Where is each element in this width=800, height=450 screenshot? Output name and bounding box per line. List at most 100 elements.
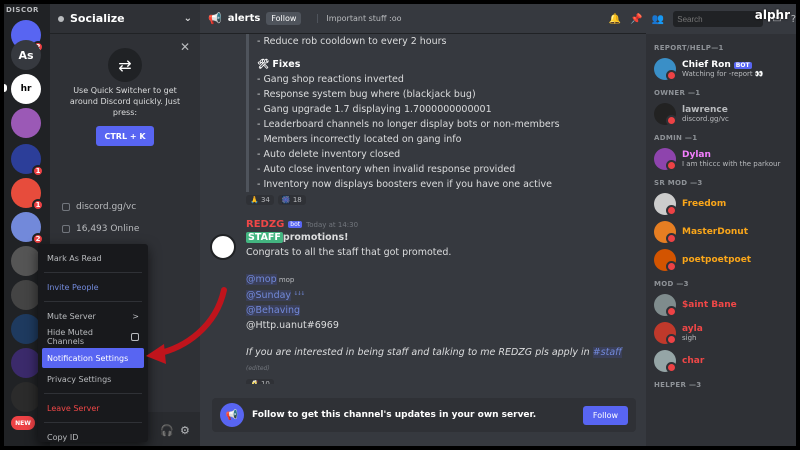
author-name[interactable]: REDZG bbox=[246, 219, 284, 230]
member-item[interactable]: MasterDonut bbox=[654, 218, 796, 246]
message-line: Congrats to all the staff that got promo… bbox=[246, 247, 452, 258]
bell-icon[interactable]: 🔔 bbox=[609, 14, 621, 25]
follow-banner-icon: 📢 bbox=[220, 403, 244, 427]
announcement-icon: 📢 bbox=[208, 12, 222, 25]
avatar bbox=[654, 350, 677, 373]
promotions-text: promotions! bbox=[282, 232, 349, 243]
message-line: STAFF promotions! bbox=[246, 230, 646, 245]
server-icon-10[interactable] bbox=[11, 314, 41, 344]
gear-icon[interactable]: ⚙ bbox=[180, 424, 190, 437]
members-icon[interactable]: 👥 bbox=[652, 14, 664, 25]
lock-icon bbox=[62, 225, 70, 233]
server-icon-8[interactable] bbox=[11, 246, 41, 276]
member-status: sigh bbox=[682, 334, 697, 342]
chevron-down-icon[interactable]: ⌄ bbox=[184, 13, 192, 24]
member-item[interactable]: poetpoetpoet bbox=[654, 246, 796, 274]
role-mention[interactable]: @mop bbox=[246, 274, 277, 285]
member-item[interactable]: $aint Bane bbox=[654, 291, 796, 319]
member-name: Chief Ron BOT bbox=[682, 60, 764, 70]
follow-channel-button[interactable]: Follow bbox=[266, 12, 302, 25]
server-icon-4[interactable] bbox=[11, 108, 41, 138]
lock-icon bbox=[62, 203, 70, 211]
server-icon-as[interactable]: As bbox=[11, 40, 41, 70]
server-context-menu: Mark As Read Invite People Mute Server > … bbox=[38, 244, 148, 442]
apply-text: If you are interested in being staff and… bbox=[246, 347, 593, 358]
reaction-row: 🥂 10 bbox=[246, 379, 646, 384]
redzg-avatar[interactable] bbox=[210, 234, 236, 260]
role-header: MOD —3 bbox=[654, 280, 689, 288]
server-icon-9[interactable] bbox=[11, 280, 41, 310]
server-icon-7[interactable]: 2 bbox=[11, 212, 44, 245]
avatar bbox=[654, 103, 677, 126]
menu-item-mark-as-read[interactable]: Mark As Read bbox=[42, 248, 144, 268]
member-name: Freedom bbox=[682, 199, 727, 209]
close-icon[interactable]: ✕ bbox=[180, 40, 190, 54]
reaction-pill[interactable]: 🎆 18 bbox=[277, 195, 306, 205]
menu-item-leave-server[interactable]: Leave Server bbox=[42, 398, 144, 418]
menu-item-invite-people[interactable]: Invite People bbox=[42, 277, 144, 297]
quick-switcher-button[interactable]: CTRL + K bbox=[96, 126, 154, 147]
member-item[interactable]: Chief Ron BOT Watching for -report 👀 bbox=[654, 55, 796, 83]
server-icon-11[interactable] bbox=[11, 348, 41, 378]
member-item[interactable]: char bbox=[654, 347, 796, 375]
fixes-heading: 🛠 Fixes bbox=[257, 59, 301, 70]
member-status: Watching for -report 👀 bbox=[682, 70, 764, 78]
menu-item-copy-id[interactable]: Copy ID bbox=[42, 427, 144, 446]
server-icon-6[interactable]: 1 bbox=[11, 178, 44, 211]
menu-item-hide-muted-channels[interactable]: Hide Muted Channels bbox=[42, 327, 144, 347]
role-mention[interactable]: @Sunday bbox=[246, 290, 292, 301]
avatar bbox=[654, 322, 677, 345]
invite-link-row[interactable]: discord.gg/vc bbox=[62, 202, 136, 212]
online-count-row: 16,493 Online bbox=[62, 224, 139, 234]
member-item[interactable]: ayla sigh bbox=[654, 319, 796, 347]
checkbox[interactable] bbox=[131, 333, 139, 341]
server-icon-3[interactable]: hr bbox=[11, 74, 41, 104]
messages: - Reduce rob cooldown to every 2 hours 🛠… bbox=[200, 34, 646, 384]
search-input[interactable] bbox=[673, 11, 764, 27]
member-list: REPORT/HELP—1 Chief Ron BOT Watching for … bbox=[646, 34, 796, 446]
server-icon-12[interactable] bbox=[11, 382, 41, 412]
message-author-row: REDZG bot Today at 14:30 bbox=[246, 219, 646, 230]
new-badge[interactable]: NEW bbox=[11, 416, 35, 430]
message-line: If you are interested in being staff and… bbox=[246, 345, 646, 376]
server-name: Socialize bbox=[70, 12, 125, 25]
role-header: REPORT/HELP—1 bbox=[654, 44, 724, 52]
menu-item-notification-settings[interactable]: Notification Settings bbox=[42, 348, 144, 368]
mention-line: @Sunday ꜜꜜꜜ bbox=[246, 288, 646, 303]
menu-item-label: Mark As Read bbox=[47, 253, 102, 263]
unread-badge: 1 bbox=[32, 165, 44, 177]
role-mention[interactable]: @Behaving bbox=[246, 305, 301, 316]
reaction-pill[interactable]: 🙏 34 bbox=[246, 195, 274, 205]
reaction-count: 18 bbox=[292, 196, 302, 204]
avatar bbox=[654, 249, 677, 272]
channel-link[interactable]: #staff bbox=[592, 347, 622, 358]
menu-item-label: Hide Muted Channels bbox=[47, 328, 93, 346]
menu-divider bbox=[44, 301, 142, 302]
message-line: - Reduce rob cooldown to every 2 hours bbox=[257, 36, 447, 47]
role-header: ADMIN —1 bbox=[654, 134, 698, 142]
headphones-icon[interactable]: 🎧 bbox=[160, 424, 174, 437]
reaction-pill[interactable]: 🥂 10 bbox=[246, 379, 274, 384]
member-item[interactable]: Dylan I am thiccc with the parkour bbox=[654, 145, 796, 173]
menu-item-mute-server[interactable]: Mute Server > bbox=[42, 306, 144, 326]
discord-window: DISCOR 2 As hr 1 1 2 NEW Socialize ⌄ ✕ ⇄… bbox=[0, 0, 800, 450]
member-name: char bbox=[682, 356, 705, 366]
pin-icon[interactable]: 📌 bbox=[630, 14, 642, 25]
avatar bbox=[654, 148, 677, 171]
member-name: Dylan bbox=[682, 150, 711, 160]
follow-button[interactable]: Follow bbox=[582, 405, 628, 425]
avatar bbox=[654, 193, 677, 216]
server-icon-5[interactable]: 1 bbox=[11, 144, 44, 177]
server-header[interactable]: Socialize ⌄ bbox=[50, 4, 200, 34]
menu-item-privacy-settings[interactable]: Privacy Settings bbox=[42, 369, 144, 389]
help-icon[interactable]: ? bbox=[791, 14, 796, 25]
mention-line: @mop mop bbox=[246, 272, 646, 288]
menu-divider bbox=[44, 422, 142, 423]
member-item[interactable]: lawrence discord.gg/vc bbox=[654, 100, 796, 128]
member-item[interactable]: Freedom bbox=[654, 190, 796, 218]
swap-arrows-icon: ⇄ bbox=[108, 48, 142, 82]
unread-badge: 1 bbox=[32, 199, 44, 211]
follow-banner: 📢 Follow to get this channel's updates i… bbox=[212, 398, 636, 432]
mention-line: @Behaving bbox=[246, 303, 646, 318]
menu-item-label: Privacy Settings bbox=[47, 374, 112, 384]
